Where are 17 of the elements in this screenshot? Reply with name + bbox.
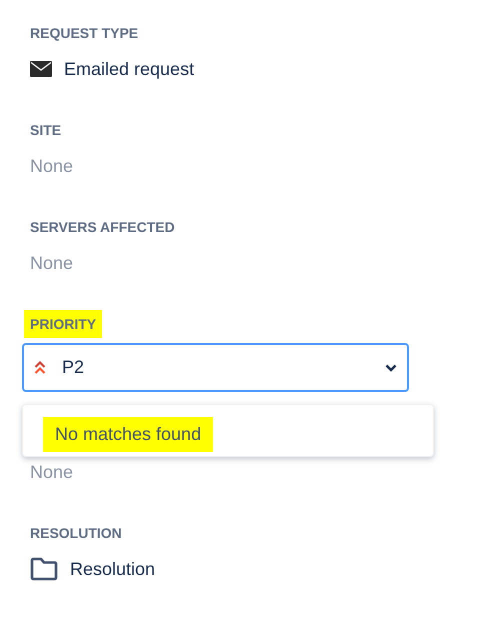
field-label: PRIORITY [24,310,102,338]
empty-value: None [30,154,74,178]
no-matches-message: No matches found [43,417,214,452]
double-chevron-up-icon [34,360,46,374]
priority-select[interactable]: P2 [22,343,409,392]
field-label: RESOLUTION [30,524,122,543]
envelope-icon [30,61,52,77]
field-label: SERVERS AFFECTED [30,218,175,237]
field-label: SITE [30,121,62,140]
field-value: Emailed request [64,58,194,81]
field-value: Resolution [70,558,156,580]
chevron-down-icon [385,364,397,372]
field-label: REQUEST TYPE [30,24,138,43]
empty-value: None [30,252,74,274]
select-value: P2 [62,356,86,379]
folder-icon [30,557,58,581]
empty-value: None [30,460,74,484]
